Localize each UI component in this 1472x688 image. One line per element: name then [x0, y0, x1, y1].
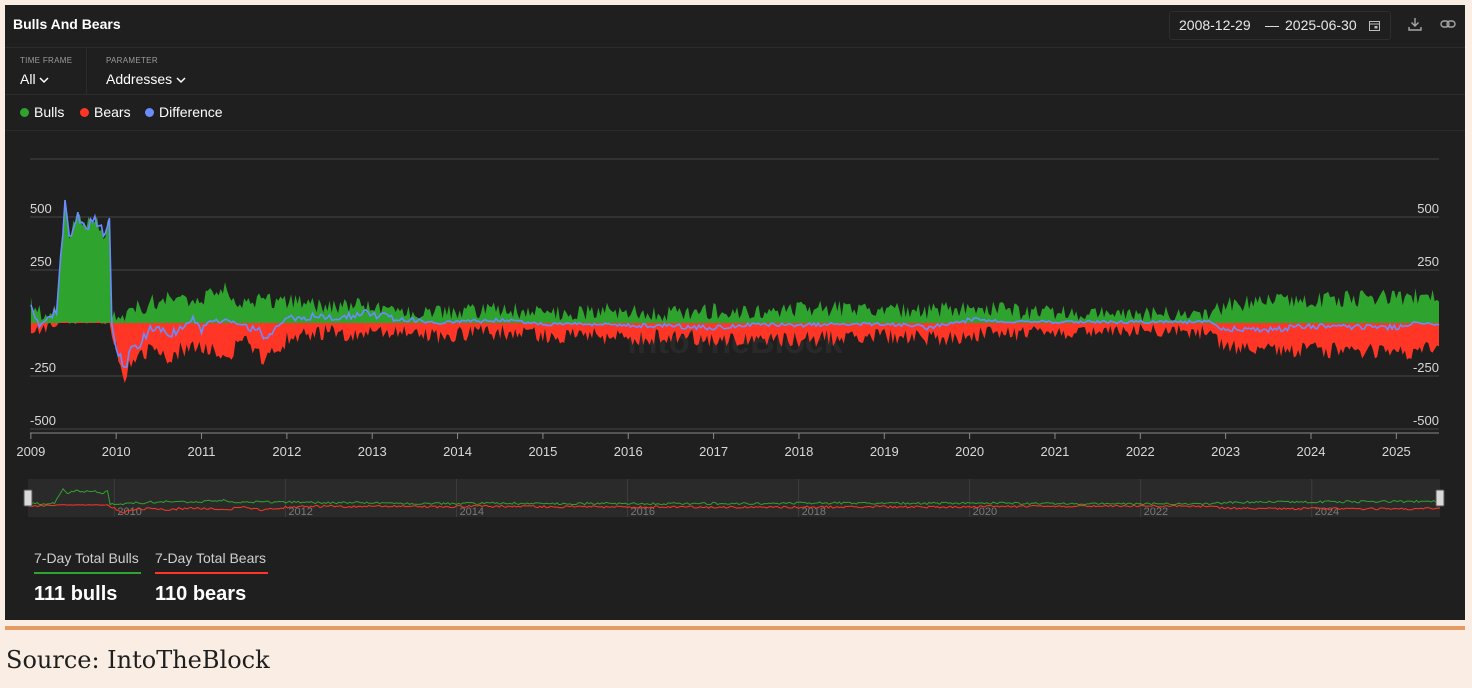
navigator-handle-left[interactable] — [23, 489, 33, 507]
navigator-tick-label: 2022 — [1144, 506, 1168, 518]
navigator-track — [28, 479, 1440, 517]
x-tick-label: 2016 — [614, 444, 643, 459]
y-tick-label-right: -250 — [1413, 360, 1439, 375]
legend-item-bulls[interactable]: Bulls — [20, 104, 64, 120]
y-tick-label-left: 250 — [30, 254, 52, 269]
stat-bears-underline — [155, 572, 268, 574]
stat-bulls-label: 7-Day Total Bulls — [34, 550, 139, 566]
legend-label-bears: Bears — [94, 104, 131, 120]
parameter-select[interactable]: PARAMETER Addresses — [86, 48, 209, 94]
chevron-down-icon — [39, 77, 49, 84]
y-tick-label-left: 500 — [30, 201, 52, 216]
stat-bulls-underline — [34, 572, 141, 574]
y-tick-label-right: 500 — [1417, 201, 1439, 216]
navigator-tick-label: 2018 — [802, 506, 826, 518]
x-tick-label: 2015 — [528, 444, 557, 459]
y-tick-label-right: -500 — [1413, 413, 1439, 428]
x-tick-label: 2024 — [1297, 444, 1326, 459]
filter-bar: TIME FRAME All PARAMETER Addresses — [5, 48, 1465, 95]
stat-bulls-value: 111 bulls — [34, 583, 118, 605]
x-tick-label: 2012 — [272, 444, 301, 459]
timeframe-label: TIME FRAME — [20, 56, 73, 65]
x-tick-label: 2019 — [870, 444, 899, 459]
range-navigator[interactable]: 2010 2012 2014 2016 2018 2020 2022 2024 — [5, 477, 1465, 519]
x-tick-label: 2010 — [102, 444, 131, 459]
chevron-down-icon — [176, 77, 186, 84]
series-bulls-area[interactable] — [30, 203, 1439, 323]
legend-label-bulls: Bulls — [34, 104, 65, 120]
y-tick-label-left: -250 — [30, 360, 56, 375]
x-tick-label: 2025 — [1382, 444, 1411, 459]
date-separator: — — [1265, 17, 1279, 33]
legend-dot-difference — [145, 108, 154, 117]
calendar-icon[interactable] — [1369, 20, 1380, 31]
source-divider — [5, 626, 1465, 630]
date-end: 2025-06-30 — [1285, 17, 1357, 33]
legend-label-difference: Difference — [159, 104, 223, 120]
navigator-tick-label: 2014 — [459, 506, 483, 518]
stat-bears-value: 110 bears — [155, 583, 247, 605]
x-tick-label: 2021 — [1040, 444, 1069, 459]
timeframe-value: All — [20, 71, 49, 87]
x-tick-label: 2022 — [1126, 444, 1155, 459]
x-tick-label: 2009 — [16, 444, 45, 459]
chart-title: Bulls And Bears — [13, 16, 121, 32]
stat-bears-label: 7-Day Total Bears — [155, 550, 267, 566]
chart-panel: Bulls And Bears 2008-12-29 — 2025-06-30 … — [5, 5, 1465, 620]
legend-item-difference[interactable]: Difference — [145, 104, 223, 120]
x-tick-label: 2017 — [699, 444, 728, 459]
source-caption: Source: IntoTheBlock — [6, 646, 270, 674]
y-tick-label-left: -500 — [30, 413, 56, 428]
parameter-value: Addresses — [106, 71, 186, 87]
link-icon[interactable] — [1439, 15, 1457, 33]
navigator-handle-right[interactable] — [1435, 489, 1445, 507]
legend-dot-bulls — [20, 108, 29, 117]
x-tick-label: 2014 — [443, 444, 472, 459]
main-chart[interactable]: IntoTheBlock 500 500250 250-250 -250-500 -50… — [5, 135, 1465, 475]
y-tick-label-right: 250 — [1417, 254, 1439, 269]
x-tick-label: 2011 — [188, 444, 216, 459]
x-tick-label: 2023 — [1211, 444, 1240, 459]
legend-item-bears[interactable]: Bears — [80, 104, 131, 120]
x-tick-label: 2013 — [358, 444, 387, 459]
panel-header: Bulls And Bears 2008-12-29 — 2025-06-30 — [5, 5, 1465, 48]
download-icon[interactable] — [1406, 15, 1424, 33]
x-tick-label: 2018 — [784, 444, 813, 459]
date-range-picker[interactable]: 2008-12-29 — 2025-06-30 — [1169, 11, 1391, 40]
date-start: 2008-12-29 — [1179, 17, 1251, 33]
navigator-tick-label: 2012 — [288, 506, 312, 518]
legend-divider — [5, 130, 1465, 131]
parameter-label: PARAMETER — [106, 56, 158, 65]
x-tick-label: 2020 — [955, 444, 984, 459]
legend-dot-bears — [80, 108, 89, 117]
timeframe-select[interactable]: TIME FRAME All — [5, 48, 86, 94]
